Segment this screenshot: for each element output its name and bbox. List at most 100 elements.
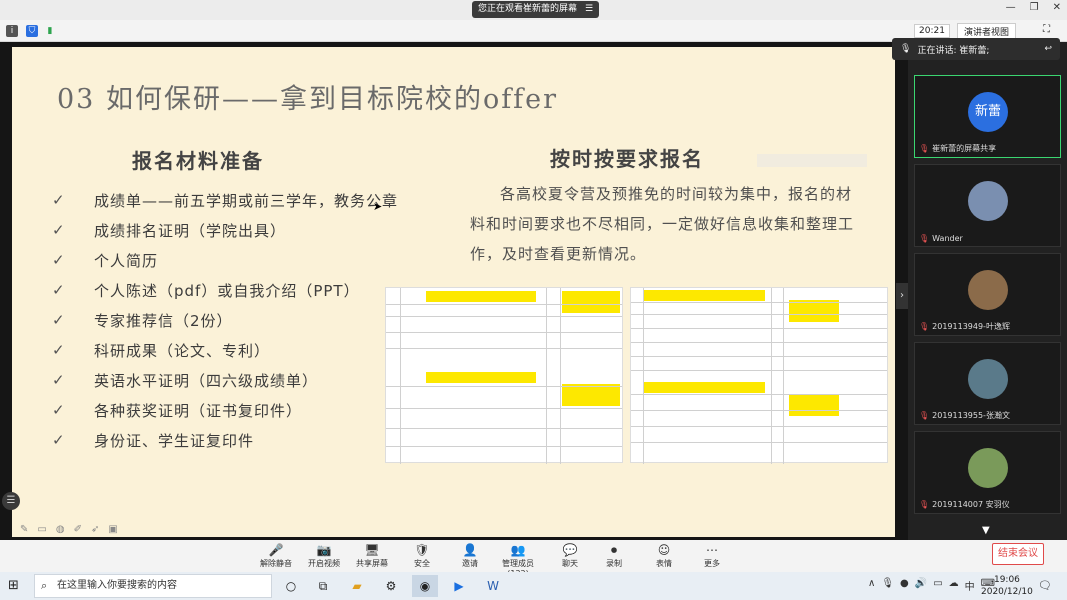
video-app-icon[interactable]: ▶ — [446, 575, 472, 597]
tray-app-icon[interactable]: ● — [900, 578, 909, 593]
toolbar-button[interactable]: ☺ 表情 — [640, 542, 688, 570]
toolbar-button[interactable]: 👥管理成员(122) — [494, 542, 542, 578]
registration-paragraph: 各高校夏令营及预推免的时间较为集中，报名的材料和时间要求也不尽相同，一定做好信息… — [470, 185, 855, 263]
avatar — [968, 270, 1008, 310]
toolbar-button[interactable]: 🛡 安全 — [398, 542, 446, 570]
eraser-icon[interactable]: ▭ — [37, 524, 46, 535]
toolbar-button-label: 邀请 — [462, 559, 478, 568]
pointer-icon[interactable]: ➶ — [91, 524, 99, 535]
avatar: 新蕾 — [968, 92, 1008, 132]
check-icon: ✓ — [52, 371, 66, 389]
annotation-tools: ✎ ▭ ◍ ✐ ➶ ▣ — [20, 524, 118, 535]
speaking-label: 正在讲话: 崔新蕾; — [917, 45, 990, 56]
panel-toggle-button[interactable]: › — [896, 283, 908, 309]
toolbar-button-icon: ⋯ — [706, 543, 718, 557]
toolbar-button-icon: 🖥 — [364, 543, 380, 557]
check-icon: ✓ — [52, 401, 66, 419]
system-clock[interactable]: 19:06 2020/12/10 — [981, 574, 1033, 598]
notification-icon[interactable]: 🗨 — [1038, 579, 1052, 592]
search-placeholder: 在这里输入你要搜索的内容 — [57, 580, 177, 591]
avatar — [968, 359, 1008, 399]
menu-icon[interactable]: ☰ — [585, 1, 593, 18]
list-item: ✓ 个人简历 — [52, 245, 398, 275]
list-item: ✓ 成绩排名证明（学院出具） — [52, 215, 398, 245]
materials-list: ✓ 成绩单——前五学期或前三学年，教务公章 ✓ 成绩排名证明（学院出具） ✓ 个人简历 ✓ 个… — [52, 185, 398, 455]
volume-icon[interactable]: 🔊 — [915, 578, 927, 593]
windows-start-icon[interactable]: ⊞ — [8, 578, 24, 594]
cortana-icon[interactable]: ○ — [278, 575, 304, 597]
participant-tile[interactable]: 🎙 2019113955-张瀚文 — [914, 342, 1061, 425]
participant-name-row: 🎙 Wander — [919, 234, 963, 243]
highlighter-icon[interactable]: ✐ — [74, 524, 82, 535]
toolbar-button[interactable]: ⋯ 更多 — [688, 542, 736, 570]
toolbar-button-label: 开启视频 — [308, 559, 340, 568]
toolbar-button-label: 共享屏幕 — [356, 559, 388, 568]
tray-mic-icon[interactable]: 🎙 — [881, 578, 894, 593]
battery-icon[interactable]: ▭ — [933, 578, 942, 593]
muted-mic-icon: 🎙 — [919, 234, 930, 243]
toolbar-button-icon: ☺ — [657, 543, 671, 557]
info-icon[interactable]: i — [6, 25, 18, 37]
list-item-text: 英语水平证明（四六级成绩单） — [94, 371, 319, 390]
ghost-overlay — [757, 154, 867, 167]
list-item-text: 科研成果（论文、专利） — [94, 341, 271, 360]
toolbar-button-label: 解除静音 — [260, 559, 292, 568]
shield-icon[interactable]: ⛉ — [26, 25, 38, 37]
speaking-indicator: 🎙 正在讲话: 崔新蕾; ↩ — [892, 38, 1060, 60]
task-view-icon[interactable]: ⧉ — [310, 575, 336, 597]
window-titlebar: 您正在观看崔新蕾的屏幕 ☰ — ❐ ✕ — [0, 0, 1067, 20]
check-icon: ✓ — [52, 251, 66, 269]
list-item-text: 身份证、学生证复印件 — [94, 431, 255, 450]
close-icon[interactable]: ✕ — [1053, 2, 1061, 13]
restore-icon[interactable]: ❐ — [1030, 2, 1039, 13]
check-icon: ✓ — [52, 431, 66, 449]
minimize-icon[interactable]: — — [1006, 2, 1016, 13]
toolbar-button-label: 表情 — [656, 559, 672, 568]
back-icon[interactable]: ↩ — [1044, 44, 1052, 54]
clock-time: 19:06 — [993, 575, 1020, 585]
pen-icon[interactable]: ✎ — [20, 524, 28, 535]
fullscreen-icon[interactable]: ⛶ — [1043, 24, 1050, 35]
search-icon: ⌕ — [41, 579, 48, 592]
chevron-up-icon[interactable]: ∧ — [868, 578, 875, 593]
signal-icon[interactable]: ▮ — [44, 25, 56, 37]
toolbar-button[interactable]: 💬 聊天 — [546, 542, 594, 570]
end-meeting-button[interactable]: 结束会议 — [992, 543, 1044, 565]
avatar — [968, 448, 1008, 488]
toolbar-button[interactable]: 📷 开启视频 — [300, 542, 348, 570]
participant-tile[interactable]: 🎙 2019114007 安羽仪 — [914, 431, 1061, 514]
word-icon[interactable]: W — [480, 575, 506, 597]
window-controls: — ❐ ✕ — [1006, 2, 1061, 13]
participant-tile[interactable]: 🎙 Wander — [914, 164, 1061, 247]
list-item: ✓ 英语水平证明（四六级成绩单） — [52, 365, 398, 395]
floating-menu-button[interactable]: ☰ — [2, 492, 20, 510]
taskbar-search-input[interactable]: ⌕ 在这里输入你要搜索的内容 — [34, 574, 272, 598]
participant-tile[interactable]: 🎙 2019113949-叶逸辉 — [914, 253, 1061, 336]
toolbar-button[interactable]: 🎤 解除静音 — [252, 542, 300, 570]
check-icon: ✓ — [52, 341, 66, 359]
palette-icon[interactable]: ◍ — [56, 524, 65, 535]
participant-tile[interactable]: 新蕾 🎙 崔新蕾的屏幕共享 — [914, 75, 1061, 158]
muted-mic-icon: 🎙 — [919, 500, 930, 509]
participant-name-row: 🎙 崔新蕾的屏幕共享 — [919, 143, 996, 154]
windows-taskbar: ⊞ ⌕ 在这里输入你要搜索的内容 ○ ⧉ ▰ ⚙ ◉ ▶ W ∧ 🎙 ● 🔊 ▭… — [0, 572, 1067, 600]
save-icon[interactable]: ▣ — [108, 524, 117, 535]
table-image-left — [385, 287, 623, 464]
list-item-text: 个人陈述（pdf）或自我介绍（PPT） — [94, 281, 360, 300]
toolbar-button[interactable]: 👤 邀请 — [446, 542, 494, 570]
toolbar-button[interactable]: 🖥 共享屏幕 — [348, 542, 396, 570]
meeting-app-icon[interactable]: ◉ — [412, 575, 438, 597]
network-icon[interactable]: ☁ — [949, 578, 959, 593]
share-notice-text: 您正在观看崔新蕾的屏幕 — [478, 4, 578, 14]
scroll-down-icon[interactable]: ▼ — [982, 525, 990, 536]
screen-share-notice[interactable]: 您正在观看崔新蕾的屏幕 ☰ — [472, 1, 600, 18]
file-explorer-icon[interactable]: ▰ — [344, 575, 370, 597]
toolbar-button-icon: 🛡 — [414, 543, 430, 557]
presentation-slide: 03 如何保研——拿到目标院校的offer 报名材料准备 按时按要求报名 ✓ 成绩… — [12, 47, 895, 537]
settings-icon[interactable]: ⚙ — [378, 575, 404, 597]
toolbar-button-icon: 💬 — [562, 543, 578, 557]
participant-name: 崔新蕾的屏幕共享 — [932, 144, 997, 153]
list-item: ✓ 各种获奖证明（证书复印件） — [52, 395, 398, 425]
ime-indicator[interactable]: 中 — [965, 578, 975, 593]
toolbar-button[interactable]: ⏺ 录制 — [590, 542, 638, 570]
